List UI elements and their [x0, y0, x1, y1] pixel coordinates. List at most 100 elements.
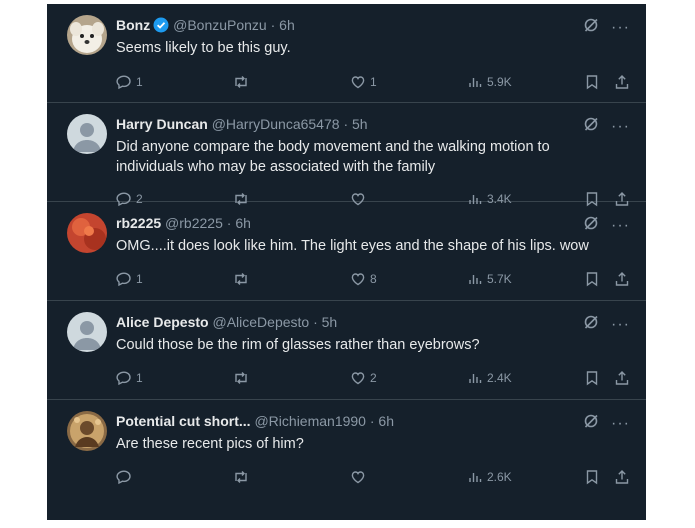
bookmark-button[interactable] — [584, 271, 600, 287]
like-button[interactable]: 2 — [350, 370, 377, 386]
display-name[interactable]: Harry Duncan — [116, 116, 208, 132]
handle[interactable]: @HarryDunca65478 — [212, 116, 340, 132]
views-count: 2.4K — [487, 371, 512, 385]
timestamp[interactable]: 5h — [352, 116, 368, 132]
tweet[interactable]: Harry Duncan @HarryDunca65478 · 5h ··· D… — [47, 103, 646, 207]
bookmark-icon — [586, 470, 598, 485]
handle[interactable]: @AliceDepesto — [212, 314, 309, 330]
tweet-actions: 1 2 2.4K — [47, 370, 646, 388]
tweet-header: Harry Duncan @HarryDunca65478 · 5h — [116, 115, 368, 133]
reply-button[interactable]: 1 — [116, 271, 143, 287]
retweet-button[interactable] — [232, 74, 254, 90]
heart-icon — [351, 76, 365, 89]
heart-icon — [351, 273, 365, 286]
avatar[interactable] — [67, 114, 107, 154]
tweet[interactable]: Potential cut short... @Richieman1990 · … — [47, 400, 646, 499]
like-count: 1 — [370, 75, 377, 89]
handle[interactable]: @Richieman1990 — [254, 413, 366, 429]
tweet-top-actions: ··· — [583, 215, 630, 236]
red-avatar-icon — [67, 213, 107, 253]
bookmark-icon — [586, 371, 598, 386]
display-name[interactable]: Potential cut short... — [116, 413, 251, 429]
share-button[interactable] — [614, 271, 630, 287]
like-button[interactable] — [350, 469, 370, 485]
views-button[interactable]: 2.6K — [467, 469, 512, 485]
bookmark-icon — [586, 75, 598, 90]
more-options-icon[interactable]: ··· — [611, 118, 630, 134]
reply-thread: Bonz @BonzuPonzu · 6h ··· Seems likely t… — [47, 4, 646, 520]
views-button[interactable]: 5.7K — [467, 271, 512, 287]
tweet-actions: 1 8 5.7K — [47, 271, 646, 289]
reply-icon — [116, 75, 131, 90]
retweet-button[interactable] — [232, 469, 254, 485]
views-button[interactable]: 5.9K — [467, 74, 512, 90]
tweet[interactable]: Bonz @BonzuPonzu · 6h ··· Seems likely t… — [47, 4, 646, 103]
views-button[interactable]: 2.4K — [467, 370, 512, 386]
like-button[interactable]: 8 — [350, 271, 377, 287]
share-icon — [615, 470, 629, 484]
timestamp[interactable]: 5h — [322, 314, 338, 330]
like-button[interactable]: 1 — [350, 74, 377, 90]
more-options-icon[interactable]: ··· — [611, 415, 630, 431]
bookmark-button[interactable] — [584, 370, 600, 386]
tweet[interactable]: rb2225 @rb2225 · 6h ··· OMG....it does l… — [47, 202, 646, 301]
views-count: 2.6K — [487, 470, 512, 484]
tweet-header: rb2225 @rb2225 · 6h — [116, 214, 251, 232]
display-name[interactable]: Bonz — [116, 17, 150, 33]
retweet-icon — [235, 273, 247, 285]
grok-icon[interactable] — [583, 215, 599, 236]
share-button[interactable] — [614, 469, 630, 485]
timestamp[interactable]: 6h — [378, 413, 394, 429]
share-button[interactable] — [614, 370, 630, 386]
tweet-text: Seems likely to be this guy. — [116, 40, 291, 56]
tweet-top-actions: ··· — [583, 314, 630, 335]
tweet-actions: 1 1 5.9K — [47, 74, 646, 92]
share-button[interactable] — [614, 74, 630, 90]
default-avatar-icon — [67, 312, 107, 352]
reply-button[interactable]: 1 — [116, 74, 143, 90]
tweet-text: Did anyone compare the body movement and… — [116, 139, 550, 175]
separator-dot: · — [313, 314, 318, 330]
reply-button[interactable]: 1 — [116, 370, 143, 386]
tweet-text: OMG....it does look like him. The light … — [116, 238, 589, 254]
tweet-actions: 2.6K — [47, 469, 646, 487]
avatar[interactable] — [67, 312, 107, 352]
tweet-header: Bonz @BonzuPonzu · 6h — [116, 16, 295, 37]
avatar[interactable] — [67, 15, 107, 55]
display-name[interactable]: Alice Depesto — [116, 314, 209, 330]
reply-button[interactable] — [116, 469, 136, 485]
bookmark-icon — [586, 272, 598, 287]
avatar[interactable] — [67, 213, 107, 253]
grok-icon[interactable] — [583, 314, 599, 335]
reply-icon — [116, 272, 131, 287]
default-avatar-icon — [67, 114, 107, 154]
timestamp[interactable]: 6h — [235, 215, 251, 231]
display-name[interactable]: rb2225 — [116, 215, 161, 231]
retweet-icon — [235, 76, 247, 88]
tweet-text: Are these recent pics of him? — [116, 436, 304, 452]
separator-dot: · — [270, 17, 276, 33]
bookmark-button[interactable] — [584, 74, 600, 90]
grok-icon[interactable] — [583, 17, 599, 38]
retweet-button[interactable] — [232, 370, 254, 386]
separator-dot: · — [369, 413, 375, 429]
tweet[interactable]: Alice Depesto @AliceDepesto · 5h ··· Cou… — [47, 301, 646, 400]
views-count: 5.9K — [487, 75, 512, 89]
more-options-icon[interactable]: ··· — [611, 316, 630, 332]
reply-count: 1 — [136, 272, 143, 286]
heart-icon — [351, 471, 365, 484]
timestamp[interactable]: 6h — [279, 17, 295, 33]
more-options-icon[interactable]: ··· — [611, 217, 630, 233]
tweet-top-actions: ··· — [583, 413, 630, 434]
grok-icon[interactable] — [583, 116, 599, 137]
handle[interactable]: @rb2225 — [165, 215, 223, 231]
reply-count: 1 — [136, 75, 143, 89]
grok-icon[interactable] — [583, 413, 599, 434]
retweet-button[interactable] — [232, 271, 254, 287]
avatar[interactable] — [67, 411, 107, 451]
bookmark-button[interactable] — [584, 469, 600, 485]
views-chart-icon — [469, 78, 482, 87]
views-count: 5.7K — [487, 272, 512, 286]
handle[interactable]: @BonzuPonzu — [173, 17, 267, 33]
more-options-icon[interactable]: ··· — [611, 19, 630, 35]
